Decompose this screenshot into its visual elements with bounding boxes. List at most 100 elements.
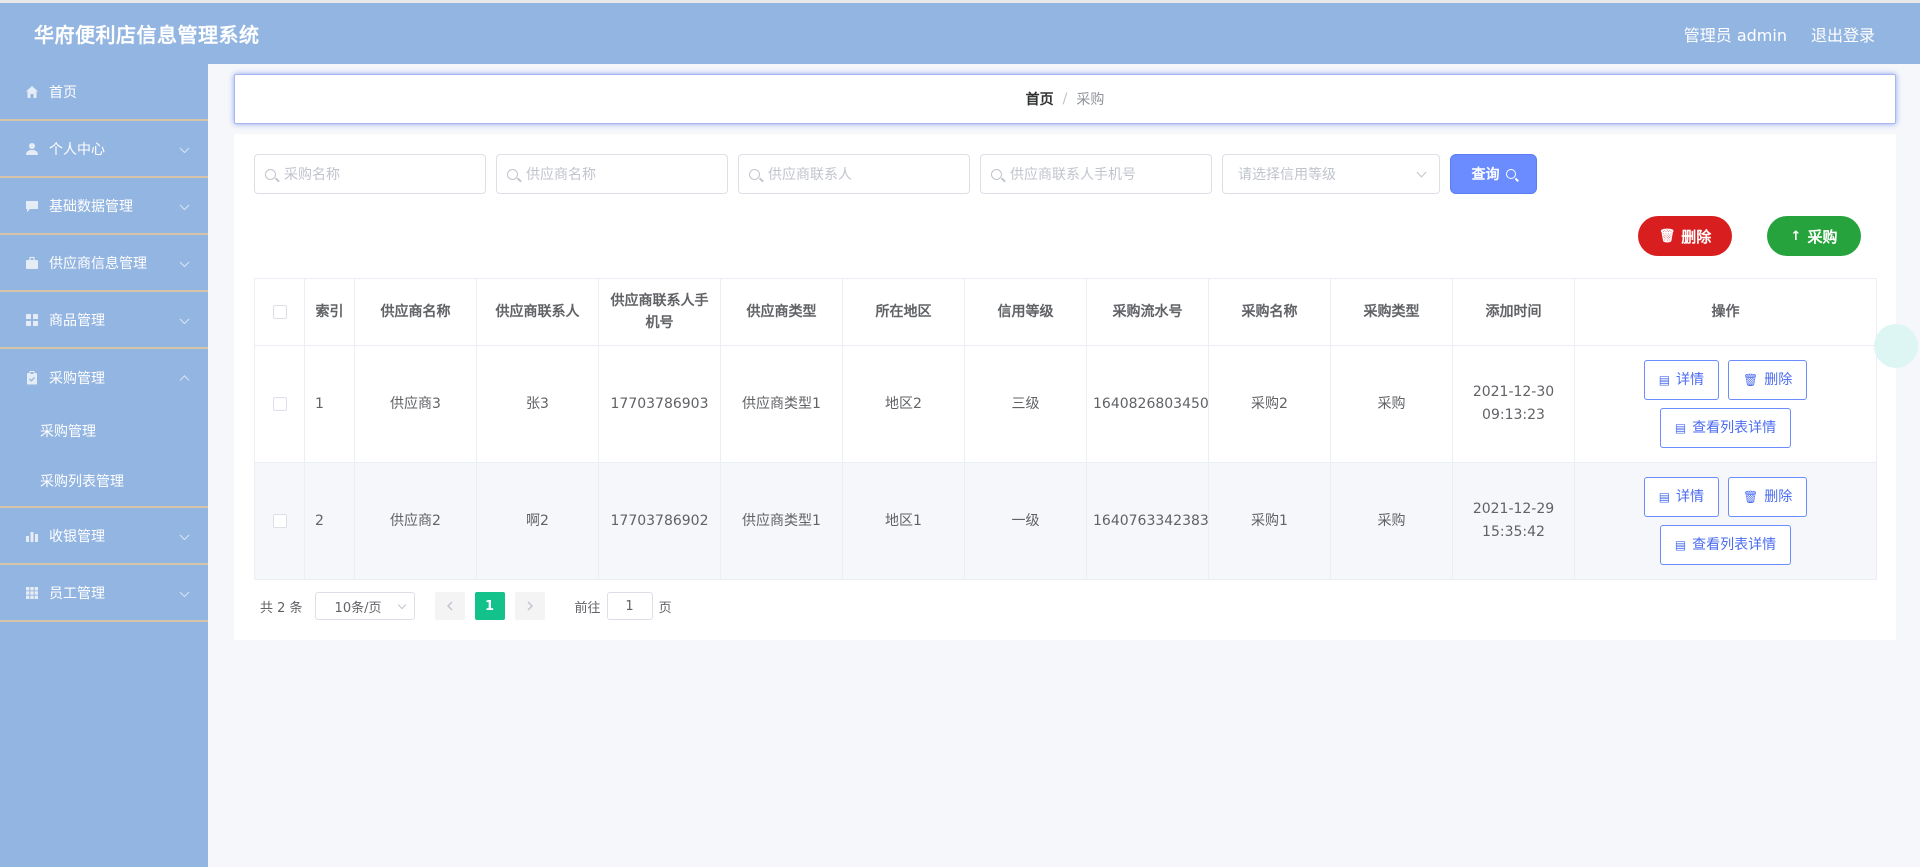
sidebar-item-label: 采购管理 xyxy=(49,370,105,387)
column-header: 供应商联系人手机号 xyxy=(598,278,721,346)
detail-button[interactable]: ▤ 详情 xyxy=(1643,477,1720,517)
page-size-select[interactable]: 10条/页 xyxy=(314,592,415,620)
grid-icon xyxy=(24,312,40,328)
chevron-down-icon xyxy=(179,529,190,540)
supplier-contact-input[interactable]: 供应商联系人 xyxy=(738,154,970,194)
index-cell: 2 xyxy=(304,462,355,580)
goto-page-input[interactable]: 1 xyxy=(606,592,653,620)
column-header: 信用等级 xyxy=(964,278,1087,346)
time-cell: 2021-12-29 15:35:42 xyxy=(1452,462,1575,580)
page-size-value: 10条/页 xyxy=(334,600,382,616)
sidebar-item-home[interactable]: 首页 xyxy=(0,64,208,121)
goto-suffix: 页 xyxy=(658,600,672,616)
batch-delete-label: 删除 xyxy=(1681,227,1712,246)
chevron-down-icon xyxy=(179,256,190,267)
list-detail-label: 查看列表详情 xyxy=(1692,536,1777,553)
chevron-down-icon xyxy=(1416,167,1427,178)
column-header: 供应商类型 xyxy=(720,278,843,346)
phone-cell: 17703786903 xyxy=(598,345,721,463)
logout-link[interactable]: 退出登录 xyxy=(1811,22,1875,46)
batch-delete-button[interactable]: 🗑 删除 xyxy=(1638,216,1732,256)
breadcrumb-home[interactable]: 首页 xyxy=(1026,89,1054,109)
admin-user-label[interactable]: 管理员 admin xyxy=(1684,22,1787,46)
chevron-up-icon xyxy=(179,374,190,385)
clipboard-icon xyxy=(24,370,40,386)
row-checkbox[interactable] xyxy=(272,513,287,528)
credit-level-placeholder: 请选择信用等级 xyxy=(1238,167,1336,183)
chevron-down-icon xyxy=(397,600,406,610)
apps-icon xyxy=(24,585,40,601)
search-icon xyxy=(991,168,1002,180)
sidebar: 首页 个人中心 基础数据管理 供应商信息管理 商品管理 采购管理 采购管理 采购… xyxy=(0,64,208,867)
table-row: 2 供应商2 啊2 17703786902 供应商类型1 地区1 一级 1640… xyxy=(254,462,1877,580)
detail-label: 详情 xyxy=(1676,488,1705,505)
sidebar-item-goods[interactable]: 商品管理 xyxy=(0,292,208,349)
prev-page-button[interactable] xyxy=(434,592,465,620)
sidebar-item-label: 商品管理 xyxy=(49,312,105,329)
floating-widget[interactable] xyxy=(1874,324,1918,368)
supplier-name-input[interactable]: 供应商名称 xyxy=(496,154,728,194)
search-icon xyxy=(507,168,518,180)
trash-icon: 🗑 xyxy=(1658,228,1676,244)
sidebar-item-personal[interactable]: 个人中心 xyxy=(0,121,208,178)
supplier-phone-placeholder: 供应商联系人手机号 xyxy=(1010,167,1136,183)
column-header: 所在地区 xyxy=(842,278,965,346)
detail-button[interactable]: ▤ 详情 xyxy=(1643,360,1720,400)
supplier-type-cell: 供应商类型1 xyxy=(720,462,843,580)
next-page-button[interactable] xyxy=(514,592,545,620)
credit-level-select[interactable]: 请选择信用等级 xyxy=(1222,154,1440,194)
credit-cell: 三级 xyxy=(964,345,1087,463)
app-title: 华府便利店信息管理系统 xyxy=(34,23,260,47)
search-bar: 采购名称 供应商名称 供应商联系人 供应商联系人手机号 请选择信用等级 查询 xyxy=(254,154,1537,194)
sidebar-subitem-purchase-manage[interactable]: 采购管理 xyxy=(0,406,208,456)
list-detail-button[interactable]: ▤ 查看列表详情 xyxy=(1659,525,1792,565)
table-row: 1 供应商3 张3 17703786903 供应商类型1 地区2 三级 1640… xyxy=(254,345,1877,463)
sidebar-item-staff[interactable]: 员工管理 xyxy=(0,565,208,622)
row-checkbox[interactable] xyxy=(272,396,287,411)
sidebar-item-basic-data[interactable]: 基础数据管理 xyxy=(0,178,208,235)
sidebar-subitem-purchase-list[interactable]: 采购列表管理 xyxy=(0,456,208,506)
index-cell: 1 xyxy=(304,345,355,463)
delete-button[interactable]: 🗑 删除 xyxy=(1728,477,1808,517)
query-button-label: 查询 xyxy=(1471,167,1500,183)
page-number-current[interactable]: 1 xyxy=(474,592,505,620)
arrow-up-icon: ↑ xyxy=(1790,228,1802,244)
chevron-down-icon xyxy=(179,142,190,153)
pagination: 共 2 条 10条/页 1 前往 1 页 xyxy=(260,592,672,620)
query-button[interactable]: 查询 xyxy=(1450,154,1537,194)
document-icon: ▤ xyxy=(1674,420,1687,435)
chevron-down-icon xyxy=(179,313,190,324)
chevron-right-icon xyxy=(527,601,533,611)
purchase-type-cell: 采购 xyxy=(1330,462,1453,580)
purchase-button-label: 采购 xyxy=(1807,227,1838,246)
purchase-name-input[interactable]: 采购名称 xyxy=(254,154,486,194)
trash-icon: 🗑 xyxy=(1743,372,1759,387)
document-icon: ▤ xyxy=(1658,372,1671,387)
sidebar-item-purchase[interactable]: 采购管理 xyxy=(0,349,208,406)
header-user-area: 管理员 admin 退出登录 xyxy=(1684,22,1875,46)
ops-cell: ▤ 详情 🗑 删除 ▤ 查看列表详情 xyxy=(1574,345,1877,463)
sidebar-item-label: 员工管理 xyxy=(49,585,105,602)
select-all-checkbox[interactable] xyxy=(272,305,287,319)
sidebar-item-supplier[interactable]: 供应商信息管理 xyxy=(0,235,208,292)
time-cell: 2021-12-30 09:13:23 xyxy=(1452,345,1575,463)
list-detail-button[interactable]: ▤ 查看列表详情 xyxy=(1659,408,1792,448)
chevron-down-icon xyxy=(179,586,190,597)
purchase-menu-group: 采购管理 采购管理 采购列表管理 xyxy=(0,349,208,508)
supplier-phone-input[interactable]: 供应商联系人手机号 xyxy=(980,154,1212,194)
delete-label: 删除 xyxy=(1764,371,1793,388)
search-icon xyxy=(749,168,760,180)
user-icon xyxy=(24,141,40,157)
column-header: 采购名称 xyxy=(1208,278,1331,346)
purchase-button[interactable]: ↑ 采购 xyxy=(1767,216,1861,256)
sidebar-item-cashier[interactable]: 收银管理 xyxy=(0,508,208,565)
column-header: 采购流水号 xyxy=(1086,278,1209,346)
delete-button[interactable]: 🗑 删除 xyxy=(1728,360,1808,400)
select-all-cell[interactable] xyxy=(254,278,305,346)
document-icon: ▤ xyxy=(1674,537,1687,552)
detail-label: 详情 xyxy=(1676,371,1705,388)
credit-cell: 一级 xyxy=(964,462,1087,580)
top-header: 华府便利店信息管理系统 管理员 admin 退出登录 xyxy=(0,0,1920,64)
sidebar-item-label: 供应商信息管理 xyxy=(49,255,147,272)
supplier-name-placeholder: 供应商名称 xyxy=(526,167,596,183)
